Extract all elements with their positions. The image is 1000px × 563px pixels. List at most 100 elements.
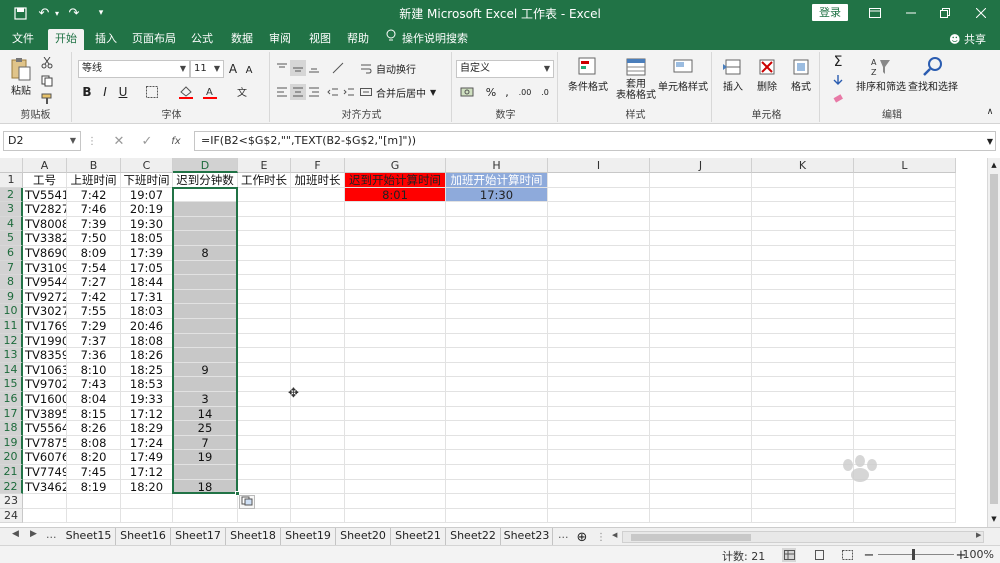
- cell-i3[interactable]: [548, 202, 650, 217]
- row-header-13[interactable]: 13: [0, 348, 23, 363]
- cell-j14[interactable]: [650, 362, 752, 378]
- cell-k2[interactable]: [752, 187, 854, 203]
- scroll-down-icon[interactable]: ▼: [989, 514, 999, 524]
- vertical-scroll-thumb[interactable]: [990, 174, 998, 504]
- percent-icon[interactable]: %: [484, 84, 498, 100]
- cell-f23[interactable]: [291, 494, 345, 509]
- cell-c3[interactable]: 20:19: [121, 202, 173, 217]
- expand-formula-bar-icon[interactable]: ▼: [984, 134, 996, 148]
- sheet-tab-sheet18[interactable]: Sheet18: [226, 528, 281, 545]
- increase-indent-icon[interactable]: [342, 84, 356, 100]
- cell-i10[interactable]: [548, 304, 650, 319]
- cell-d17[interactable]: 14: [173, 406, 238, 422]
- cell-j17[interactable]: [650, 406, 752, 422]
- row-header-24[interactable]: 24: [0, 508, 23, 524]
- redo-icon[interactable]: ↷: [66, 3, 82, 23]
- cell-d22[interactable]: 18: [173, 479, 238, 495]
- italic-button[interactable]: I: [98, 84, 112, 100]
- cell-h18[interactable]: [446, 421, 548, 436]
- cell-g15[interactable]: [345, 377, 446, 392]
- prev-sheet-icon[interactable]: ◀: [12, 529, 19, 539]
- number-format-combo[interactable]: 自定义 ▼: [456, 60, 554, 78]
- row-header-1[interactable]: 1: [0, 173, 23, 188]
- cell-f18[interactable]: [291, 421, 345, 436]
- merge-center-button[interactable]: 合并后居中 ▼: [360, 84, 446, 100]
- cell-b18[interactable]: 8:26: [67, 421, 121, 436]
- name-box[interactable]: D2 ▼: [3, 131, 81, 151]
- sheet-tab-sheet15[interactable]: Sheet15: [62, 528, 116, 545]
- cell-g21[interactable]: [345, 465, 446, 480]
- cell-j8[interactable]: [650, 275, 752, 290]
- cell-l6[interactable]: [854, 246, 956, 261]
- cell-l14[interactable]: [854, 362, 956, 378]
- cell-i1[interactable]: [548, 173, 650, 188]
- cell-b9[interactable]: 7:42: [67, 289, 121, 305]
- cell-d12[interactable]: [173, 333, 238, 349]
- cell-j24[interactable]: [650, 508, 752, 524]
- delete-cells-button[interactable]: 删除: [752, 54, 782, 94]
- cell-h23[interactable]: [446, 494, 548, 509]
- cell-c4[interactable]: 19:30: [121, 216, 173, 232]
- column-header-d[interactable]: D: [173, 158, 238, 173]
- cell-d5[interactable]: [173, 231, 238, 246]
- cell-h14[interactable]: [446, 362, 548, 378]
- cell-f11[interactable]: [291, 319, 345, 334]
- cell-l8[interactable]: [854, 275, 956, 290]
- cell-l15[interactable]: [854, 377, 956, 392]
- cell-l9[interactable]: [854, 289, 956, 305]
- cell-i12[interactable]: [548, 333, 650, 349]
- cell-b15[interactable]: 7:43: [67, 377, 121, 392]
- cell-b1[interactable]: 上班时间: [67, 173, 121, 188]
- cell-c10[interactable]: 18:03: [121, 304, 173, 319]
- cell-i8[interactable]: [548, 275, 650, 290]
- cell-h20[interactable]: [446, 450, 548, 465]
- row-header-17[interactable]: 17: [0, 406, 23, 422]
- cell-b20[interactable]: 8:20: [67, 450, 121, 465]
- cell-a9[interactable]: TV9272: [23, 289, 67, 305]
- cell-f10[interactable]: [291, 304, 345, 319]
- customize-quick-access-icon[interactable]: ▾: [94, 3, 108, 23]
- cell-h15[interactable]: [446, 377, 548, 392]
- cell-j22[interactable]: [650, 479, 752, 495]
- increase-decimal-icon[interactable]: .00: [516, 84, 534, 100]
- cell-c18[interactable]: 18:29: [121, 421, 173, 436]
- insert-cells-button[interactable]: 插入: [718, 54, 748, 94]
- cell-e19[interactable]: [238, 435, 291, 451]
- row-header-14[interactable]: 14: [0, 362, 23, 378]
- clear-icon[interactable]: [830, 90, 846, 106]
- cell-l16[interactable]: [854, 392, 956, 407]
- decrease-indent-icon[interactable]: [326, 84, 340, 100]
- formula-bar-grip-icon[interactable]: ⋮: [87, 133, 97, 149]
- sheet-tab-sheet19[interactable]: Sheet19: [281, 528, 336, 545]
- orientation-icon[interactable]: [330, 60, 346, 76]
- cell-j18[interactable]: [650, 421, 752, 436]
- tab-home[interactable]: 开始: [48, 29, 84, 50]
- cell-d23[interactable]: [173, 494, 238, 509]
- cell-k8[interactable]: [752, 275, 854, 290]
- cell-e6[interactable]: [238, 246, 291, 261]
- cell-f21[interactable]: [291, 465, 345, 480]
- row-header-7[interactable]: 7: [0, 260, 23, 276]
- cell-h3[interactable]: [446, 202, 548, 217]
- collapse-ribbon-icon[interactable]: ∧: [984, 106, 996, 118]
- fill-icon[interactable]: [830, 72, 846, 88]
- cell-a8[interactable]: TV9544: [23, 275, 67, 290]
- cell-g5[interactable]: [345, 231, 446, 246]
- cell-k21[interactable]: [752, 465, 854, 480]
- column-header-a[interactable]: A: [23, 158, 67, 173]
- cell-g20[interactable]: [345, 450, 446, 465]
- cell-h6[interactable]: [446, 246, 548, 261]
- cell-i9[interactable]: [548, 289, 650, 305]
- cell-k15[interactable]: [752, 377, 854, 392]
- cell-l21[interactable]: [854, 465, 956, 480]
- cell-c8[interactable]: 18:44: [121, 275, 173, 290]
- cell-b12[interactable]: 7:37: [67, 333, 121, 349]
- cell-b17[interactable]: 8:15: [67, 406, 121, 422]
- cell-k14[interactable]: [752, 362, 854, 378]
- accounting-format-icon[interactable]: [458, 84, 476, 100]
- copy-icon[interactable]: [40, 74, 54, 88]
- cell-l23[interactable]: [854, 494, 956, 509]
- cell-h12[interactable]: [446, 333, 548, 349]
- cell-i4[interactable]: [548, 216, 650, 232]
- cell-g10[interactable]: [345, 304, 446, 319]
